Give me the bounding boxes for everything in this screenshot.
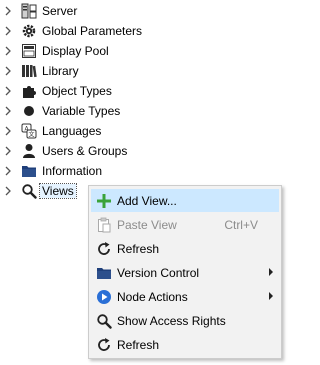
menu-item-show-access-rights[interactable]: Show Access Rights [91,309,279,332]
svg-text:文: 文 [28,131,34,139]
chevron-right-icon[interactable] [3,126,13,136]
library-icon [22,65,37,78]
chevron-right-icon[interactable] [3,46,13,56]
submenu-arrow-icon [269,268,273,276]
gear-icon [22,24,36,38]
menu-item-label: Refresh [117,338,160,352]
menu-item-label: Refresh [117,242,160,256]
folder-icon [22,166,36,177]
folder-icon [22,44,36,58]
plus-icon [97,194,111,208]
tree-item-label: Server [42,4,78,18]
play-icon [97,290,111,304]
tree-item-library[interactable]: Library [0,61,200,81]
chevron-right-icon[interactable] [3,66,13,76]
tree-item-label: Variable Types [42,104,121,118]
menu-item-paste-view[interactable]: Paste View Ctrl+V [91,213,279,236]
chevron-right-icon[interactable] [3,186,13,196]
menu-item-add-view[interactable]: Add View... [91,189,279,212]
folder-icon [97,268,111,279]
paste-icon [98,217,111,233]
chevron-right-icon[interactable] [3,106,13,116]
chevron-right-icon[interactable] [3,166,13,176]
tree-item-label: Library [42,64,79,78]
refresh-icon [98,242,110,255]
tree-item-label: Display Pool [42,44,109,58]
menu-item-refresh[interactable]: Refresh [91,237,279,260]
chevron-right-icon[interactable] [3,86,13,96]
languages-icon: A 文 [21,123,37,139]
tree-item-global-parameters[interactable]: Global Parameters [0,21,200,41]
menu-item-version-control[interactable]: Version Control [91,261,279,284]
menu-item-node-actions[interactable]: Node Actions [91,285,279,308]
puzzle-icon [23,86,36,98]
tree-item-users-groups[interactable]: Users & Groups [0,141,200,161]
tree-item-label: Object Types [42,84,112,98]
tree-item-label: Global Parameters [42,24,143,38]
menu-item-label: Add View... [117,194,177,208]
tree-item-label: Languages [42,124,102,138]
tree-item-label: Users & Groups [42,144,128,158]
server-icon [21,3,37,19]
tree-item-object-types[interactable]: Object Types [0,81,200,101]
tree-item-display-pool[interactable]: Display Pool [0,41,200,61]
dot-icon [24,106,34,116]
tree-item-server[interactable]: Server [0,1,200,21]
menu-item-label: Show Access Rights [117,314,226,328]
chevron-right-icon[interactable] [3,26,13,36]
menu-item-label: Version Control [117,266,200,280]
menu-item-refresh-2[interactable]: Refresh [91,333,279,356]
search-icon [97,314,112,329]
chevron-right-icon[interactable] [3,6,13,16]
search-icon [22,184,37,199]
tree-item-label: Information [42,164,103,178]
tree-item-label: Views [39,183,77,199]
menu-item-label: Node Actions [117,290,188,304]
tree-item-languages[interactable]: A 文 Languages [0,121,200,141]
menu-item-shortcut: Ctrl+V [224,218,258,232]
context-menu: Add View... Paste View Ctrl+V Refresh Ve… [88,185,282,359]
chevron-right-icon[interactable] [3,146,13,156]
tree-item-information[interactable]: Information [0,161,200,181]
submenu-arrow-icon [269,292,273,300]
user-icon [23,144,35,158]
tree-item-variable-types[interactable]: Variable Types [0,101,200,121]
menu-item-label: Paste View [117,218,177,232]
refresh-icon [98,338,110,351]
